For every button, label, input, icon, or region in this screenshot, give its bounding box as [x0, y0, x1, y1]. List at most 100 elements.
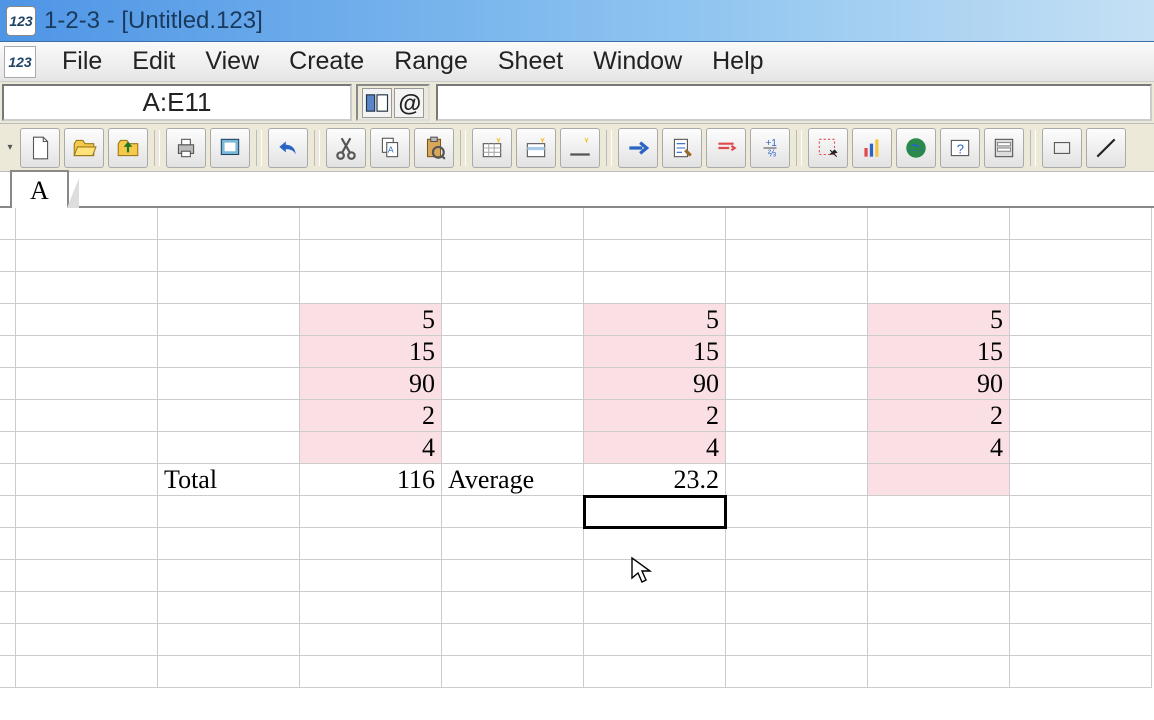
navigator-icon[interactable]: [362, 88, 392, 118]
cell[interactable]: [442, 560, 584, 592]
cell[interactable]: [442, 304, 584, 336]
cell[interactable]: [726, 432, 868, 464]
cell[interactable]: [442, 272, 584, 304]
cell[interactable]: [726, 496, 868, 528]
row-header[interactable]: [0, 656, 16, 688]
menu-help[interactable]: Help: [698, 41, 777, 82]
insert-row-icon[interactable]: [516, 128, 556, 168]
cell[interactable]: [442, 432, 584, 464]
cell[interactable]: 5: [868, 304, 1010, 336]
row-header[interactable]: [0, 400, 16, 432]
menu-create[interactable]: Create: [275, 41, 378, 82]
cell[interactable]: [442, 208, 584, 240]
row-header[interactable]: [0, 624, 16, 656]
cell[interactable]: [726, 304, 868, 336]
cell[interactable]: [1010, 592, 1152, 624]
row-header[interactable]: [0, 464, 16, 496]
cell[interactable]: [868, 528, 1010, 560]
cell[interactable]: 116: [300, 464, 442, 496]
cell[interactable]: [16, 560, 158, 592]
cell[interactable]: [726, 208, 868, 240]
sheet-tab-a[interactable]: A: [10, 170, 69, 208]
cell[interactable]: Total: [158, 464, 300, 496]
chart-icon[interactable]: [852, 128, 892, 168]
save-disk-icon[interactable]: [108, 128, 148, 168]
cell[interactable]: Average: [442, 464, 584, 496]
cell[interactable]: [584, 592, 726, 624]
cell[interactable]: [300, 272, 442, 304]
cell[interactable]: [158, 304, 300, 336]
cell[interactable]: [726, 656, 868, 688]
toolbar-handle[interactable]: ▾: [4, 128, 16, 168]
formula-input[interactable]: [436, 84, 1152, 121]
cell[interactable]: 2: [868, 400, 1010, 432]
cell[interactable]: [584, 496, 726, 528]
cell[interactable]: [584, 656, 726, 688]
cell[interactable]: [300, 528, 442, 560]
cell[interactable]: [16, 432, 158, 464]
cell[interactable]: [158, 560, 300, 592]
cell[interactable]: [1010, 304, 1152, 336]
cell[interactable]: 90: [868, 368, 1010, 400]
print-icon[interactable]: [166, 128, 206, 168]
cell[interactable]: [584, 528, 726, 560]
cell[interactable]: [1010, 336, 1152, 368]
cell[interactable]: [442, 336, 584, 368]
cell[interactable]: [16, 464, 158, 496]
cell[interactable]: [584, 560, 726, 592]
cell[interactable]: [300, 624, 442, 656]
cell[interactable]: [158, 272, 300, 304]
cell[interactable]: [158, 368, 300, 400]
cell[interactable]: [442, 656, 584, 688]
cell-reference[interactable]: A:E11: [2, 84, 352, 121]
row-header[interactable]: [0, 368, 16, 400]
cell[interactable]: 15: [868, 336, 1010, 368]
cell[interactable]: [158, 496, 300, 528]
cell[interactable]: [1010, 368, 1152, 400]
cell[interactable]: [726, 560, 868, 592]
cell[interactable]: 15: [584, 336, 726, 368]
row-header[interactable]: [0, 432, 16, 464]
cell[interactable]: [16, 624, 158, 656]
cell[interactable]: [726, 272, 868, 304]
row-header[interactable]: [0, 240, 16, 272]
cell[interactable]: [1010, 464, 1152, 496]
cell[interactable]: [726, 368, 868, 400]
cell[interactable]: [868, 464, 1010, 496]
cell[interactable]: [300, 496, 442, 528]
cell[interactable]: [584, 240, 726, 272]
cell[interactable]: [158, 528, 300, 560]
cell[interactable]: [868, 272, 1010, 304]
cell[interactable]: 5: [300, 304, 442, 336]
doc-control-icon[interactable]: 123: [4, 46, 36, 78]
cell[interactable]: [16, 208, 158, 240]
cell[interactable]: [1010, 240, 1152, 272]
menu-file[interactable]: File: [48, 41, 116, 82]
cell[interactable]: [442, 496, 584, 528]
paste-icon[interactable]: [414, 128, 454, 168]
menu-view[interactable]: View: [191, 41, 273, 82]
cell[interactable]: [868, 496, 1010, 528]
cell[interactable]: 4: [584, 432, 726, 464]
cell[interactable]: [442, 240, 584, 272]
new-tab-handle[interactable]: [67, 178, 79, 208]
cell[interactable]: [16, 368, 158, 400]
cell[interactable]: [442, 592, 584, 624]
cell[interactable]: [1010, 656, 1152, 688]
cell[interactable]: [1010, 432, 1152, 464]
row-header[interactable]: [0, 560, 16, 592]
cell[interactable]: [300, 560, 442, 592]
cell[interactable]: [868, 592, 1010, 624]
cell[interactable]: [726, 400, 868, 432]
cell[interactable]: [726, 240, 868, 272]
cell[interactable]: [158, 336, 300, 368]
cell[interactable]: [1010, 496, 1152, 528]
cell[interactable]: [158, 592, 300, 624]
cell[interactable]: [16, 496, 158, 528]
frame-icon[interactable]: [1042, 128, 1082, 168]
cell[interactable]: [442, 400, 584, 432]
print-preview-icon[interactable]: [210, 128, 250, 168]
cell[interactable]: [158, 656, 300, 688]
cell[interactable]: 90: [584, 368, 726, 400]
at-function-icon[interactable]: @: [394, 88, 424, 118]
